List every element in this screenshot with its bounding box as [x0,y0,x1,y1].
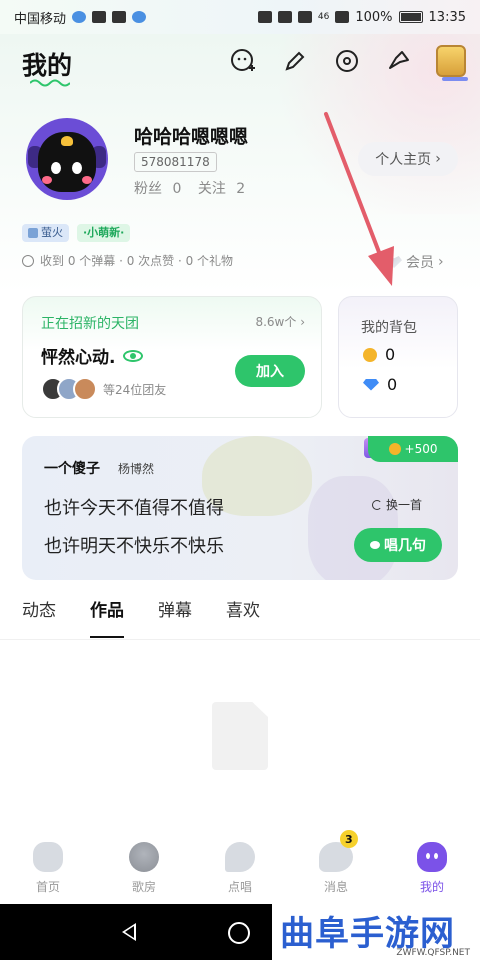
clock: 13:35 [428,9,466,25]
diamond-icon [363,378,379,391]
nav-home[interactable]: 首页 [0,828,96,904]
following-count[interactable]: 关注 2 [198,181,251,197]
treasure-chest-icon [436,45,468,81]
edit-icon [285,51,305,71]
nav-song-room[interactable]: 歌房 [96,828,192,904]
back-icon[interactable] [122,923,136,941]
app-notification-icon [92,11,107,23]
tab-works[interactable]: 作品 [90,598,124,640]
follow-stats: 粉丝 0 关注 2 [134,178,257,198]
wechat-icon [72,11,87,23]
group-name: 怦然心动. [41,343,144,368]
coin-icon [363,347,377,362]
coin-balance: 0 [363,345,395,364]
user-id: 578081178 [134,152,217,172]
title-wave-icon [30,79,70,87]
group-count[interactable]: 8.6w个 › [255,313,305,330]
browser-icon [132,11,147,23]
hd-icon [277,11,292,23]
sing-button[interactable]: 唱几句 [354,528,442,562]
switch-song-button[interactable]: 换一首 [371,496,422,513]
reward-badge: +500 [368,436,458,462]
nav-request[interactable]: 点唱 [192,828,288,904]
join-button[interactable]: 加入 [235,355,305,387]
content-tabs: 动态 作品 弹幕 喜欢 [0,598,480,640]
music-disc-button[interactable] [332,46,362,76]
group-card-title: 正在招新的天团 [41,316,139,332]
lyric-line: 也许今天不值得不值得 [44,498,224,519]
add-friend-button[interactable] [228,46,258,76]
request-song-icon [225,842,255,872]
song-artist: 杨博然 [118,462,155,476]
member-link[interactable]: 会员 › [386,252,444,272]
edit-button[interactable] [280,46,310,76]
header-actions [228,45,468,81]
music-disc-icon [336,50,358,72]
badges: 萤火 ·小萌新· [22,224,131,242]
backpack-card[interactable]: 我的背包 0 0 [338,296,458,418]
chat-notification-icon [112,11,127,23]
tab-dynamics[interactable]: 动态 [22,598,56,640]
lyric-card[interactable]: 一个傻子 杨博然 也许今天不值得不值得 也许明天不快乐不快乐 +500 换一首 … [22,436,458,580]
homepage-button[interactable]: 个人主页 › [358,142,458,176]
mic-bubble-icon [370,541,380,549]
nav-me[interactable]: 我的 [384,828,480,904]
fans-count[interactable]: 粉丝 0 [134,181,187,197]
bottom-nav: 首页 歌房 点唱 3 消息 我的 [0,828,480,904]
group-members: 等24位团友 [41,377,166,401]
status-bar: 中国移动 46 100% 13:35 [0,0,480,34]
stats-icon [22,254,34,267]
wifi-icon [297,11,312,23]
signal-icon [335,11,350,23]
firefly-icon [28,228,38,238]
carrier-label: 中国移动 [14,11,67,27]
home-circle-icon[interactable] [228,922,250,944]
song-room-icon [129,842,159,872]
backpack-title: 我的背包 [361,320,417,336]
watermark-url: ZWFW.QFSP.NET [396,948,470,958]
watermark: 曲阜手游网 ZWFW.QFSP.NET [272,904,480,960]
battery-icon [398,11,423,23]
avatar[interactable] [26,118,108,200]
add-friend-icon [231,49,255,71]
username: 哈哈哈嗯嗯嗯 [134,126,249,148]
signal-label: 46 [317,12,330,22]
group-eye-icon [123,349,144,362]
battery-label: 100% [355,9,393,25]
chevron-right-icon: › [435,151,441,167]
coin-icon [388,443,401,455]
message-badge: 3 [339,830,358,848]
home-icon [33,842,63,872]
song-title: 一个傻子 [44,461,100,477]
share-button[interactable] [384,46,414,76]
treasure-chest-button[interactable] [436,45,468,81]
page-title: 我的 [22,51,73,80]
member-heart-icon [386,256,402,268]
tab-likes[interactable]: 喜欢 [226,598,260,640]
me-mascot-icon [417,842,447,872]
empty-document-icon [212,702,268,770]
tab-danmaku[interactable]: 弹幕 [158,598,192,640]
lyric-line: 也许明天不快乐不快乐 [44,536,224,557]
diamond-balance: 0 [363,375,397,394]
refresh-icon [371,499,382,510]
member-avatar [73,377,97,401]
chevron-right-icon: › [438,254,444,270]
firefly-badge[interactable]: 萤火 [22,224,69,242]
mute-icon [257,11,272,23]
received-stats: 收到 0 个弹幕 · 0 次点赞 · 0 个礼物 [22,252,233,269]
share-icon [389,51,409,69]
nav-messages[interactable]: 3 消息 [288,828,384,904]
group-recruit-card[interactable]: 正在招新的天团 8.6w个 › 怦然心动. 等24位团友 加入 [22,296,322,418]
newbie-badge[interactable]: ·小萌新· [77,224,131,242]
